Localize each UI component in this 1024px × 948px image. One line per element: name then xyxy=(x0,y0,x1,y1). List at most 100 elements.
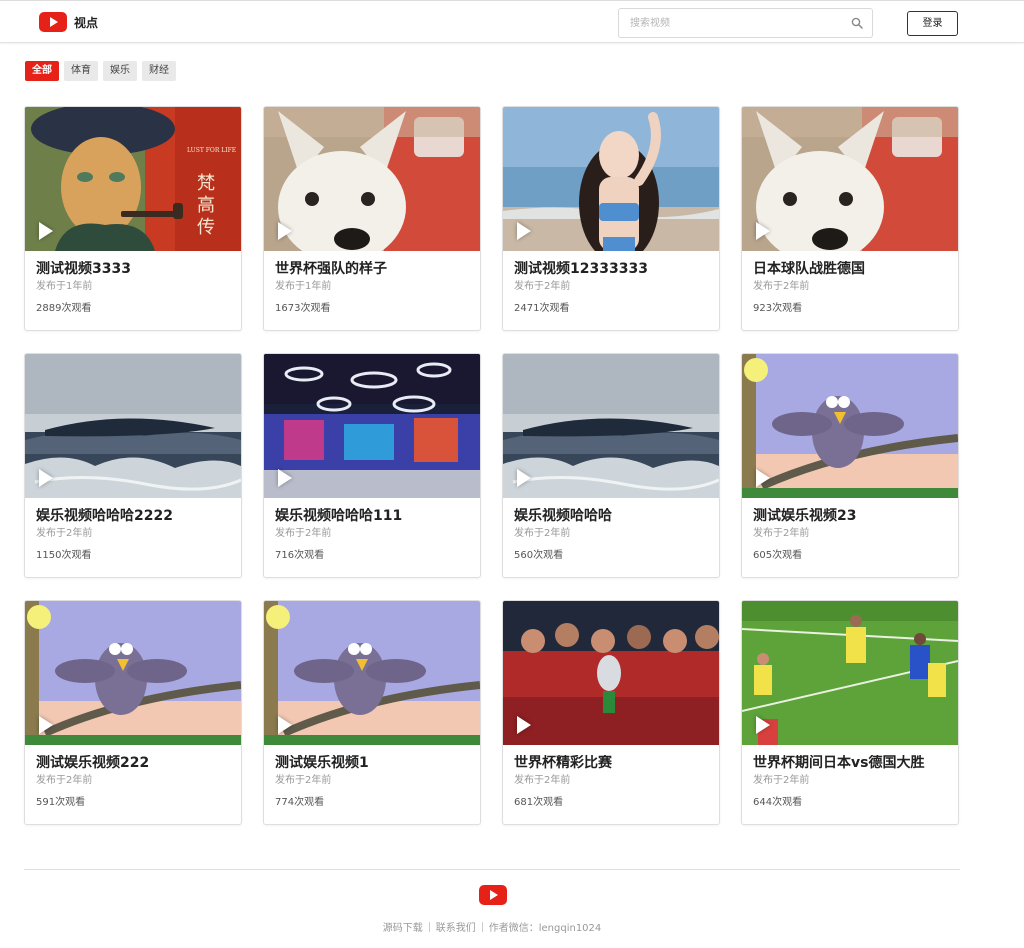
video-title[interactable]: 娱乐视频哈哈哈111 xyxy=(275,508,469,525)
video-title[interactable]: 测试视频3333 xyxy=(36,261,230,278)
svg-text:LUST FOR LIFE: LUST FOR LIFE xyxy=(187,147,236,154)
play-icon[interactable] xyxy=(756,222,770,240)
login-button[interactable]: 登录 xyxy=(907,11,958,36)
play-icon[interactable] xyxy=(517,716,531,734)
play-icon[interactable] xyxy=(39,469,53,487)
search-icon[interactable] xyxy=(851,17,863,29)
video-title[interactable]: 测试娱乐视频23 xyxy=(753,508,947,525)
tab-all[interactable]: 全部 xyxy=(25,61,59,81)
video-title[interactable]: 日本球队战胜德国 xyxy=(753,261,947,278)
video-card[interactable]: 世界杯精彩比赛 发布于2年前 681次观看 xyxy=(502,600,720,825)
video-card[interactable]: 日本球队战胜德国 发布于2年前 923次观看 xyxy=(741,106,959,331)
thumbnail-image xyxy=(25,354,241,498)
video-info: 日本球队战胜德国 发布于2年前 923次观看 xyxy=(742,251,958,315)
video-views: 923次观看 xyxy=(753,303,803,314)
video-title[interactable]: 世界杯精彩比赛 xyxy=(514,755,708,772)
video-card[interactable]: 测试娱乐视频1 发布于2年前 774次观看 xyxy=(263,600,481,825)
video-title[interactable]: 娱乐视频哈哈哈2222 xyxy=(36,508,230,525)
thumbnail-image xyxy=(503,601,719,745)
play-icon[interactable] xyxy=(278,222,292,240)
video-views: 774次观看 xyxy=(275,797,325,808)
video-card[interactable]: 世界杯强队的样子 发布于1年前 1673次观看 xyxy=(263,106,481,331)
play-icon[interactable] xyxy=(39,716,53,734)
search-input[interactable] xyxy=(619,9,844,37)
footer-link-source[interactable]: 源码下载 xyxy=(383,923,423,934)
footer-links: 源码下载 联系我们 作者微信：lengqin1024 xyxy=(0,919,984,934)
video-card[interactable]: 娱乐视频哈哈哈111 发布于2年前 716次观看 xyxy=(263,353,481,578)
footer-divider xyxy=(24,869,960,870)
video-thumbnail[interactable] xyxy=(503,601,719,745)
video-card[interactable]: 娱乐视频哈哈哈2222 发布于2年前 1150次观看 xyxy=(24,353,242,578)
thumbnail-image xyxy=(742,354,958,498)
video-thumbnail[interactable] xyxy=(742,107,958,251)
video-date: 发布于2年前 xyxy=(514,775,571,786)
thumbnail-image xyxy=(264,354,480,498)
video-thumbnail[interactable] xyxy=(264,601,480,745)
video-date: 发布于2年前 xyxy=(36,528,93,539)
play-icon[interactable] xyxy=(39,222,53,240)
video-title[interactable]: 世界杯强队的样子 xyxy=(275,261,469,278)
video-thumbnail[interactable] xyxy=(25,601,241,745)
play-icon[interactable] xyxy=(278,469,292,487)
video-card[interactable]: 测试娱乐视频23 发布于2年前 605次观看 xyxy=(741,353,959,578)
video-title[interactable]: 世界杯期间日本vs德国大胜 xyxy=(753,755,947,772)
video-title[interactable]: 娱乐视频哈哈哈 xyxy=(514,508,708,525)
video-date: 发布于2年前 xyxy=(753,775,810,786)
video-thumbnail[interactable] xyxy=(264,107,480,251)
video-views: 560次观看 xyxy=(514,550,564,561)
video-thumbnail[interactable] xyxy=(503,354,719,498)
video-card[interactable]: 娱乐视频哈哈哈 发布于2年前 560次观看 xyxy=(502,353,720,578)
video-thumbnail[interactable] xyxy=(264,354,480,498)
play-icon[interactable] xyxy=(517,469,531,487)
video-date: 发布于2年前 xyxy=(514,281,571,292)
footer-logo-icon xyxy=(479,885,507,905)
search-box xyxy=(618,8,873,38)
video-title[interactable]: 测试娱乐视频222 xyxy=(36,755,230,772)
video-card[interactable]: LUST FOR LIFE 梵 高 传 测试视频3333 发布于1年前 2889… xyxy=(24,106,242,331)
video-info: 测试娱乐视频222 发布于2年前 591次观看 xyxy=(25,745,241,809)
video-views: 644次观看 xyxy=(753,797,803,808)
thumbnail-image: LUST FOR LIFE 梵 高 传 xyxy=(25,107,241,251)
play-logo-icon xyxy=(39,12,67,32)
video-info: 世界杯精彩比赛 发布于2年前 681次观看 xyxy=(503,745,719,809)
play-icon[interactable] xyxy=(756,469,770,487)
site-logo[interactable]: 视点 xyxy=(39,12,98,32)
tab-finance[interactable]: 财经 xyxy=(142,61,176,81)
thumbnail-image xyxy=(264,107,480,251)
video-card[interactable]: 测试视频12333333 发布于2年前 2471次观看 xyxy=(502,106,720,331)
thumbnail-image xyxy=(742,107,958,251)
video-date: 发布于1年前 xyxy=(275,281,332,292)
video-date: 发布于2年前 xyxy=(36,775,93,786)
video-date: 发布于2年前 xyxy=(753,528,810,539)
play-icon[interactable] xyxy=(278,716,292,734)
thumbnail-image xyxy=(503,354,719,498)
video-thumbnail[interactable] xyxy=(742,601,958,745)
video-title[interactable]: 测试视频12333333 xyxy=(514,261,708,278)
video-date: 发布于2年前 xyxy=(753,281,810,292)
video-info: 娱乐视频哈哈哈 发布于2年前 560次观看 xyxy=(503,498,719,562)
top-header: 视点 登录 xyxy=(0,0,1024,43)
tab-sports[interactable]: 体育 xyxy=(64,61,98,81)
video-thumbnail[interactable]: LUST FOR LIFE 梵 高 传 xyxy=(25,107,241,251)
video-date: 发布于2年前 xyxy=(514,528,571,539)
play-icon[interactable] xyxy=(517,222,531,240)
video-views: 2889次观看 xyxy=(36,303,92,314)
play-icon[interactable] xyxy=(756,716,770,734)
video-card[interactable]: 测试娱乐视频222 发布于2年前 591次观看 xyxy=(24,600,242,825)
svg-text:梵: 梵 xyxy=(197,173,215,194)
category-tabs: 全部 体育 娱乐 财经 xyxy=(25,61,176,81)
video-card[interactable]: 世界杯期间日本vs德国大胜 发布于2年前 644次观看 xyxy=(741,600,959,825)
video-views: 591次观看 xyxy=(36,797,86,808)
footer-link-contact[interactable]: 联系我们 xyxy=(436,923,476,934)
video-views: 716次观看 xyxy=(275,550,325,561)
video-info: 测试娱乐视频23 发布于2年前 605次观看 xyxy=(742,498,958,562)
video-info: 世界杯期间日本vs德国大胜 发布于2年前 644次观看 xyxy=(742,745,958,809)
tab-entertainment[interactable]: 娱乐 xyxy=(103,61,137,81)
video-title[interactable]: 测试娱乐视频1 xyxy=(275,755,469,772)
video-thumbnail[interactable] xyxy=(742,354,958,498)
video-thumbnail[interactable] xyxy=(25,354,241,498)
video-info: 世界杯强队的样子 发布于1年前 1673次观看 xyxy=(264,251,480,315)
video-date: 发布于2年前 xyxy=(275,528,332,539)
footer-author-wechat: 作者微信：lengqin1024 xyxy=(488,923,602,934)
video-thumbnail[interactable] xyxy=(503,107,719,251)
